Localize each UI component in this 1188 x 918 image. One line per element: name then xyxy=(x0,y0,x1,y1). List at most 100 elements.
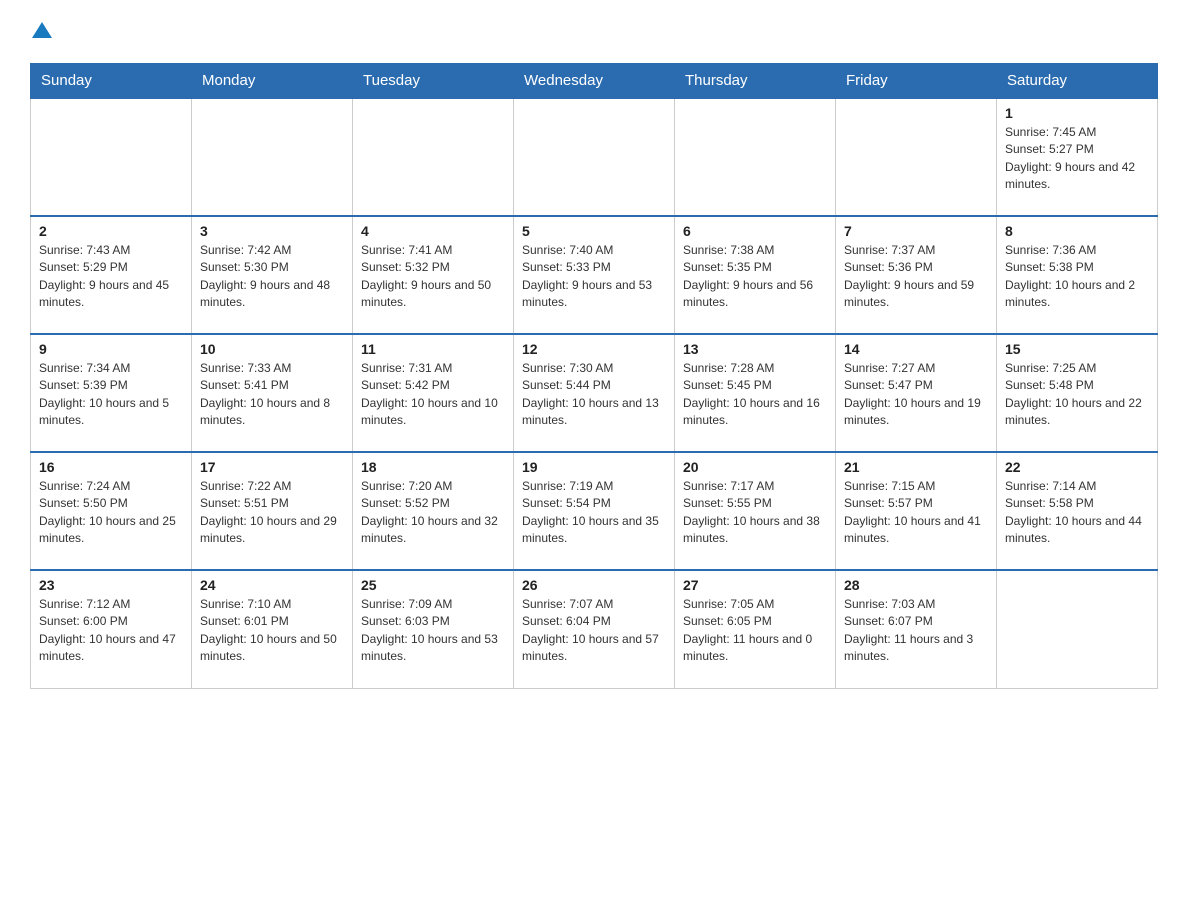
calendar-cell: 25 Sunrise: 7:09 AMSunset: 6:03 PMDayligh… xyxy=(353,570,514,688)
calendar-cell xyxy=(514,98,675,216)
day-info: Sunrise: 7:10 AMSunset: 6:01 PMDaylight:… xyxy=(200,596,344,666)
calendar-cell: 16 Sunrise: 7:24 AMSunset: 5:50 PMDayligh… xyxy=(31,452,192,570)
calendar-cell: 13 Sunrise: 7:28 AMSunset: 5:45 PMDayligh… xyxy=(675,334,836,452)
day-info: Sunrise: 7:43 AMSunset: 5:29 PMDaylight:… xyxy=(39,242,183,312)
day-info: Sunrise: 7:25 AMSunset: 5:48 PMDaylight:… xyxy=(1005,360,1149,430)
day-info: Sunrise: 7:12 AMSunset: 6:00 PMDaylight:… xyxy=(39,596,183,666)
calendar-cell: 28 Sunrise: 7:03 AMSunset: 6:07 PMDayligh… xyxy=(836,570,997,688)
day-info: Sunrise: 7:41 AMSunset: 5:32 PMDaylight:… xyxy=(361,242,505,312)
weekday-header-tuesday: Tuesday xyxy=(353,64,514,99)
day-number: 8 xyxy=(1005,223,1149,239)
day-number: 3 xyxy=(200,223,344,239)
day-number: 16 xyxy=(39,459,183,475)
day-number: 15 xyxy=(1005,341,1149,357)
calendar-cell: 8Sunrise: 7:36 AMSunset: 5:38 PMDaylight… xyxy=(997,216,1158,334)
day-number: 4 xyxy=(361,223,505,239)
day-info: Sunrise: 7:45 AMSunset: 5:27 PMDaylight:… xyxy=(1005,124,1149,194)
day-info: Sunrise: 7:20 AMSunset: 5:52 PMDaylight:… xyxy=(361,478,505,548)
day-number: 9 xyxy=(39,341,183,357)
calendar-cell: 27Sunrise: 7:05 AMSunset: 6:05 PMDayligh… xyxy=(675,570,836,688)
day-number: 11 xyxy=(361,341,505,357)
calendar-cell: 6 Sunrise: 7:38 AMSunset: 5:35 PMDaylight… xyxy=(675,216,836,334)
weekday-header-friday: Friday xyxy=(836,64,997,99)
day-info: Sunrise: 7:27 AMSunset: 5:47 PMDaylight:… xyxy=(844,360,988,430)
calendar-header-row: SundayMondayTuesdayWednesdayThursdayFrid… xyxy=(31,64,1158,99)
day-number: 21 xyxy=(844,459,988,475)
day-number: 28 xyxy=(844,577,988,593)
calendar-cell: 21 Sunrise: 7:15 AMSunset: 5:57 PMDayligh… xyxy=(836,452,997,570)
day-info: Sunrise: 7:31 AMSunset: 5:42 PMDaylight:… xyxy=(361,360,505,430)
day-info: Sunrise: 7:03 AMSunset: 6:07 PMDaylight:… xyxy=(844,596,988,666)
day-info: Sunrise: 7:34 AMSunset: 5:39 PMDaylight:… xyxy=(39,360,183,430)
day-number: 20 xyxy=(683,459,827,475)
day-info: Sunrise: 7:33 AMSunset: 5:41 PMDaylight:… xyxy=(200,360,344,430)
calendar-cell: 10 Sunrise: 7:33 AMSunset: 5:41 PMDayligh… xyxy=(192,334,353,452)
calendar-cell: 4 Sunrise: 7:41 AMSunset: 5:32 PMDaylight… xyxy=(353,216,514,334)
calendar-cell: 9 Sunrise: 7:34 AMSunset: 5:39 PMDaylight… xyxy=(31,334,192,452)
calendar-cell: 1 Sunrise: 7:45 AMSunset: 5:27 PMDaylight… xyxy=(997,98,1158,216)
day-info: Sunrise: 7:40 AMSunset: 5:33 PMDaylight:… xyxy=(522,242,666,312)
calendar-cell: 12Sunrise: 7:30 AMSunset: 5:44 PMDayligh… xyxy=(514,334,675,452)
day-number: 7 xyxy=(844,223,988,239)
day-info: Sunrise: 7:24 AMSunset: 5:50 PMDaylight:… xyxy=(39,478,183,548)
day-number: 2 xyxy=(39,223,183,239)
calendar-cell: 23 Sunrise: 7:12 AMSunset: 6:00 PMDayligh… xyxy=(31,570,192,688)
calendar-cell: 19Sunrise: 7:19 AMSunset: 5:54 PMDayligh… xyxy=(514,452,675,570)
day-info: Sunrise: 7:09 AMSunset: 6:03 PMDaylight:… xyxy=(361,596,505,666)
day-number: 5 xyxy=(522,223,666,239)
calendar-table: SundayMondayTuesdayWednesdayThursdayFrid… xyxy=(30,63,1158,689)
day-info: Sunrise: 7:14 AMSunset: 5:58 PMDaylight:… xyxy=(1005,478,1149,548)
calendar-cell: 7 Sunrise: 7:37 AMSunset: 5:36 PMDaylight… xyxy=(836,216,997,334)
day-number: 19 xyxy=(522,459,666,475)
logo xyxy=(30,20,52,45)
day-number: 13 xyxy=(683,341,827,357)
day-info: Sunrise: 7:15 AMSunset: 5:57 PMDaylight:… xyxy=(844,478,988,548)
day-info: Sunrise: 7:38 AMSunset: 5:35 PMDaylight:… xyxy=(683,242,827,312)
calendar-cell xyxy=(353,98,514,216)
calendar-week-row-1: 1 Sunrise: 7:45 AMSunset: 5:27 PMDaylight… xyxy=(31,98,1158,216)
day-number: 26 xyxy=(522,577,666,593)
weekday-header-monday: Monday xyxy=(192,64,353,99)
day-number: 14 xyxy=(844,341,988,357)
calendar-cell xyxy=(31,98,192,216)
day-info: Sunrise: 7:37 AMSunset: 5:36 PMDaylight:… xyxy=(844,242,988,312)
day-number: 23 xyxy=(39,577,183,593)
weekday-header-thursday: Thursday xyxy=(675,64,836,99)
calendar-cell: 14 Sunrise: 7:27 AMSunset: 5:47 PMDayligh… xyxy=(836,334,997,452)
calendar-cell xyxy=(675,98,836,216)
calendar-cell: 24 Sunrise: 7:10 AMSunset: 6:01 PMDayligh… xyxy=(192,570,353,688)
calendar-cell: 22 Sunrise: 7:14 AMSunset: 5:58 PMDayligh… xyxy=(997,452,1158,570)
day-info: Sunrise: 7:22 AMSunset: 5:51 PMDaylight:… xyxy=(200,478,344,548)
calendar-cell xyxy=(192,98,353,216)
day-number: 27 xyxy=(683,577,827,593)
calendar-cell xyxy=(997,570,1158,688)
logo-triangle-icon xyxy=(32,20,52,40)
day-number: 17 xyxy=(200,459,344,475)
calendar-cell: 18 Sunrise: 7:20 AMSunset: 5:52 PMDayligh… xyxy=(353,452,514,570)
day-info: Sunrise: 7:07 AMSunset: 6:04 PMDaylight:… xyxy=(522,596,666,666)
calendar-cell: 5 Sunrise: 7:40 AMSunset: 5:33 PMDaylight… xyxy=(514,216,675,334)
calendar-week-row-4: 16 Sunrise: 7:24 AMSunset: 5:50 PMDayligh… xyxy=(31,452,1158,570)
day-number: 24 xyxy=(200,577,344,593)
calendar-cell: 26 Sunrise: 7:07 AMSunset: 6:04 PMDayligh… xyxy=(514,570,675,688)
calendar-cell: 17 Sunrise: 7:22 AMSunset: 5:51 PMDayligh… xyxy=(192,452,353,570)
weekday-header-sunday: Sunday xyxy=(31,64,192,99)
calendar-week-row-5: 23 Sunrise: 7:12 AMSunset: 6:00 PMDayligh… xyxy=(31,570,1158,688)
day-number: 10 xyxy=(200,341,344,357)
day-info: Sunrise: 7:30 AMSunset: 5:44 PMDaylight:… xyxy=(522,360,666,430)
calendar-cell: 3 Sunrise: 7:42 AMSunset: 5:30 PMDaylight… xyxy=(192,216,353,334)
day-number: 18 xyxy=(361,459,505,475)
calendar-week-row-2: 2 Sunrise: 7:43 AMSunset: 5:29 PMDaylight… xyxy=(31,216,1158,334)
day-number: 25 xyxy=(361,577,505,593)
calendar-cell: 11 Sunrise: 7:31 AMSunset: 5:42 PMDayligh… xyxy=(353,334,514,452)
day-info: Sunrise: 7:28 AMSunset: 5:45 PMDaylight:… xyxy=(683,360,827,430)
day-info: Sunrise: 7:42 AMSunset: 5:30 PMDaylight:… xyxy=(200,242,344,312)
day-number: 22 xyxy=(1005,459,1149,475)
day-number: 1 xyxy=(1005,105,1149,121)
calendar-cell: 20Sunrise: 7:17 AMSunset: 5:55 PMDayligh… xyxy=(675,452,836,570)
day-number: 6 xyxy=(683,223,827,239)
weekday-header-saturday: Saturday xyxy=(997,64,1158,99)
calendar-week-row-3: 9 Sunrise: 7:34 AMSunset: 5:39 PMDaylight… xyxy=(31,334,1158,452)
calendar-cell: 15 Sunrise: 7:25 AMSunset: 5:48 PMDayligh… xyxy=(997,334,1158,452)
weekday-header-wednesday: Wednesday xyxy=(514,64,675,99)
